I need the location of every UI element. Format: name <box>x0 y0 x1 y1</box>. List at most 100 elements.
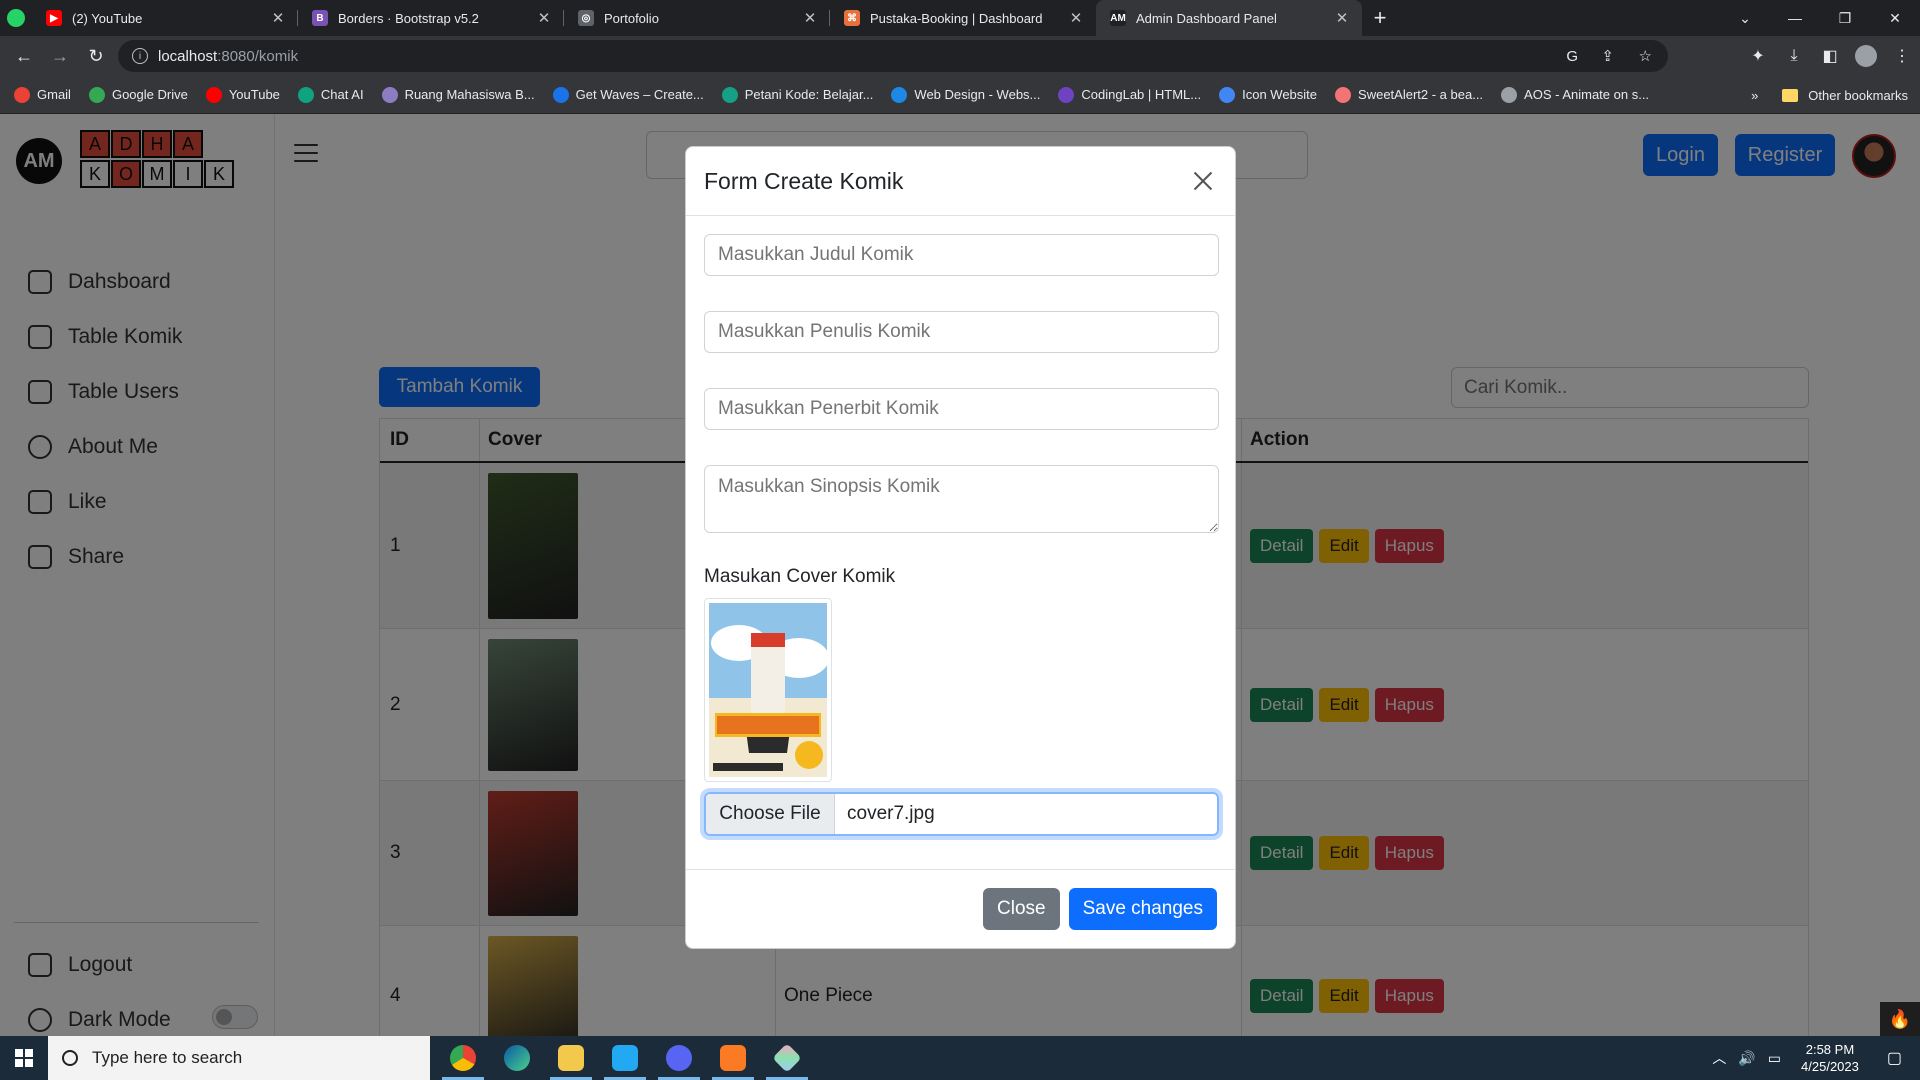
browser-tab[interactable]: ▶ (2) YouTube ✕ <box>32 0 298 36</box>
file-name: cover7.jpg <box>847 803 935 824</box>
url-host: localhost <box>158 47 218 65</box>
bookmark-item[interactable]: SweetAlert2 - a bea... <box>1335 86 1483 103</box>
cover-label: Masukan Cover Komik <box>704 566 896 587</box>
profile-icon[interactable] <box>1848 38 1884 74</box>
browser-tab-strip: ▶ (2) YouTube ✕ B Borders · Bootstrap v5.2 ✕ ◎… <box>0 0 1920 36</box>
taskbar-search[interactable]: Type here to search <box>48 1036 430 1080</box>
edge-taskbar-icon[interactable] <box>490 1036 544 1080</box>
bookmark-favicon-icon <box>1219 86 1236 103</box>
vscode-taskbar-icon[interactable] <box>598 1036 652 1080</box>
choose-file-button[interactable]: Choose File <box>706 794 835 834</box>
volume-icon[interactable]: 🔊 <box>1738 1050 1755 1067</box>
forward-icon[interactable]: → <box>42 38 78 74</box>
chrome-menu-icon[interactable]: ⋮ <box>1884 38 1920 74</box>
address-bar[interactable]: i localhost:8080/komik G ⇪ ☆ <box>118 40 1668 72</box>
tab-favicon-icon: ▶ <box>46 10 62 26</box>
minimize-button[interactable]: — <box>1770 0 1820 36</box>
bookmark-favicon-icon <box>552 86 569 103</box>
bookmark-label: Chat AI <box>320 87 364 102</box>
bookmark-item[interactable]: Web Design - Webs... <box>891 86 1040 103</box>
save-changes-button[interactable]: Save changes <box>1068 888 1217 930</box>
bookmark-item[interactable]: Google Drive <box>88 86 188 103</box>
folder-icon <box>1782 88 1799 102</box>
download-icon[interactable]: ⤓ <box>1776 38 1812 74</box>
tab-title: (2) YouTube <box>72 10 143 26</box>
bookmark-item[interactable]: Get Waves – Create... <box>552 86 704 103</box>
tab-close-icon[interactable]: ✕ <box>802 9 818 27</box>
side-panel-icon[interactable]: ◧ <box>1812 38 1848 74</box>
chrome-taskbar-icon[interactable] <box>436 1036 490 1080</box>
bookmark-label: CodingLab | HTML... <box>1081 87 1202 102</box>
tab-search-icon[interactable]: ⌄ <box>1720 0 1770 36</box>
bookmark-favicon-icon <box>297 86 314 103</box>
tab-title: Admin Dashboard Panel <box>1136 10 1277 26</box>
xampp-taskbar-icon[interactable] <box>706 1036 760 1080</box>
bookmark-item[interactable]: Gmail <box>14 86 71 103</box>
restore-button[interactable]: ❐ <box>1820 0 1870 36</box>
tab-favicon-icon: ◎ <box>578 10 594 26</box>
chevron-up-icon[interactable]: ︿ <box>1712 1048 1726 1068</box>
start-button[interactable] <box>0 1036 48 1080</box>
bookmark-label: Ruang Mahasiswa B... <box>404 87 535 102</box>
clock[interactable]: 2:58 PM 4/25/2023 <box>1801 1041 1859 1075</box>
extensions-icon[interactable]: ✦ <box>1740 38 1776 74</box>
window-close-button[interactable]: ✕ <box>1870 0 1920 36</box>
browser-toolbar: ← → ↻ i localhost:8080/komik G ⇪ ☆ ✦ ⤓ ◧… <box>0 36 1920 76</box>
bookmark-item[interactable]: Chat AI <box>297 86 364 103</box>
tab-title: Borders · Bootstrap v5.2 <box>338 10 479 26</box>
browser-tab[interactable]: B Borders · Bootstrap v5.2 ✕ <box>298 0 564 36</box>
tab-close-icon[interactable]: ✕ <box>536 9 552 27</box>
bookmark-item[interactable]: Icon Website <box>1219 86 1318 103</box>
url-path: :8080/komik <box>217 47 299 65</box>
bookmark-label: Gmail <box>37 87 71 102</box>
bookmark-favicon-icon <box>1335 86 1352 103</box>
bookmarks-overflow-button[interactable]: » <box>1751 88 1758 103</box>
notification-icon[interactable]: ▢ <box>1887 1048 1902 1068</box>
bookmark-label: YouTube <box>228 87 280 102</box>
fire-icon[interactable]: 🔥 <box>1880 1002 1920 1036</box>
whatsapp-icon[interactable] <box>0 0 32 36</box>
bookmark-favicon-icon <box>891 86 908 103</box>
judul-input[interactable] <box>704 234 1219 276</box>
back-icon[interactable]: ← <box>6 38 42 74</box>
browser-tab[interactable]: ◎ Portofolio ✕ <box>564 0 830 36</box>
site-info-icon[interactable]: i <box>132 48 148 64</box>
taskbar-search-placeholder: Type here to search <box>92 1048 243 1067</box>
penerbit-input[interactable] <box>704 388 1219 430</box>
network-icon[interactable]: ▭ <box>1768 1050 1781 1067</box>
search-icon <box>62 1050 78 1066</box>
bookmark-item[interactable]: AOS - Animate on s... <box>1501 86 1649 103</box>
file-explorer-taskbar-icon[interactable] <box>544 1036 598 1080</box>
cover-file-input[interactable]: Choose File cover7.jpg <box>704 792 1219 836</box>
tab-close-icon[interactable]: ✕ <box>1334 9 1350 27</box>
reload-icon[interactable]: ↻ <box>78 38 114 74</box>
new-tab-button[interactable]: + <box>1362 0 1398 36</box>
share-page-icon[interactable]: ⇪ <box>1601 47 1614 65</box>
discord-taskbar-icon[interactable] <box>652 1036 706 1080</box>
tab-close-icon[interactable]: ✕ <box>1068 9 1084 27</box>
close-icon[interactable] <box>1189 167 1217 195</box>
bookmark-label: Get Waves – Create... <box>575 87 704 102</box>
bookmark-item[interactable]: YouTube <box>205 86 280 103</box>
bookmark-star-icon[interactable]: ☆ <box>1639 47 1652 65</box>
bookmark-favicon-icon <box>205 86 222 103</box>
app-taskbar-icon[interactable] <box>760 1036 814 1080</box>
browser-tab[interactable]: AM Admin Dashboard Panel ✕ <box>1096 0 1362 36</box>
google-icon[interactable]: G <box>1566 48 1578 65</box>
sinopsis-textarea[interactable] <box>704 465 1219 533</box>
page-viewport: AM ADHA KOMIK DahsboardTable KomikTable … <box>0 114 1920 1036</box>
browser-tab[interactable]: ⌘ Pustaka-Booking | Dashboard ✕ <box>830 0 1096 36</box>
bookmark-item[interactable]: Petani Kode: Belajar... <box>721 86 873 103</box>
close-button[interactable]: Close <box>983 888 1060 930</box>
tab-favicon-icon: AM <box>1110 10 1126 26</box>
windows-taskbar: Type here to search ︿ 🔊 ▭ 2:58 PM 4/25/2… <box>0 1036 1920 1080</box>
clock-date: 4/25/2023 <box>1801 1059 1859 1074</box>
penulis-input[interactable] <box>704 311 1219 353</box>
other-bookmarks[interactable]: Other bookmarks <box>1808 88 1908 103</box>
bookmark-favicon-icon <box>14 86 30 103</box>
bookmark-item[interactable]: CodingLab | HTML... <box>1058 86 1202 103</box>
bookmark-item[interactable]: Ruang Mahasiswa B... <box>381 86 535 103</box>
bookmark-label: Icon Website <box>1242 87 1318 102</box>
tab-close-icon[interactable]: ✕ <box>270 9 286 27</box>
clock-time: 2:58 PM <box>1805 1042 1855 1057</box>
